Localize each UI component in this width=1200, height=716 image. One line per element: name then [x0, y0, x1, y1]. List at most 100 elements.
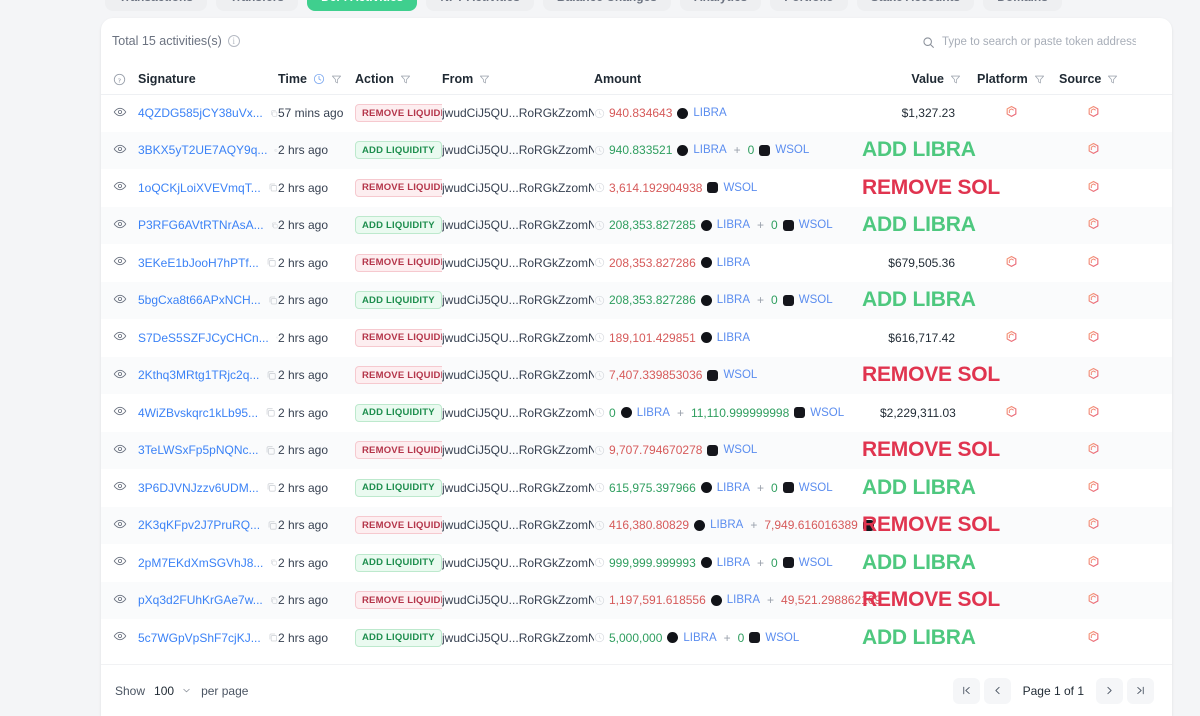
from-address[interactable]: jwudCiJ5QU...RoRGkZzomN: [442, 218, 594, 232]
eye-icon[interactable]: [113, 254, 127, 268]
row-visibility-cell[interactable]: [101, 319, 138, 357]
eye-icon[interactable]: [113, 442, 127, 456]
copy-icon[interactable]: [267, 520, 278, 531]
filter-icon[interactable]: [400, 74, 411, 85]
token-symbol[interactable]: WSOL: [723, 444, 757, 456]
eye-icon[interactable]: [113, 404, 127, 418]
copy-icon[interactable]: [276, 332, 278, 343]
tab-transfers[interactable]: Transfers: [216, 0, 299, 11]
table-row[interactable]: 5c7WGpVpShF7cjKJ... 2 hrs ago ADD LIQUIDIT…: [101, 619, 1172, 657]
from-address[interactable]: jwudCiJ5QU...RoRGkZzomN: [442, 443, 594, 457]
source-icon[interactable]: [1087, 292, 1100, 305]
source-icon[interactable]: [1087, 517, 1100, 530]
search-input[interactable]: [942, 36, 1136, 48]
token-symbol[interactable]: LIBRA: [693, 144, 726, 156]
source-icon[interactable]: [1087, 405, 1100, 418]
table-row[interactable]: P3RFG6AVtRTNrAsA... 2 hrs ago ADD LIQUIDIT…: [101, 206, 1172, 244]
table-row[interactable]: 3P6DJVNJzzv6UDM... 2 hrs ago ADD LIQUIDITY…: [101, 469, 1172, 507]
per-page-select[interactable]: 100: [154, 684, 192, 698]
from-address[interactable]: jwudCiJ5QU...RoRGkZzomN: [442, 256, 594, 270]
signature-link[interactable]: 2K3qKFpv2J7PruRQ...: [138, 518, 260, 532]
info-circle-icon[interactable]: i: [227, 35, 240, 47]
token-symbol[interactable]: LIBRA: [717, 557, 750, 569]
copy-icon[interactable]: [266, 482, 277, 493]
table-row[interactable]: 1oQCKjLoiXVEVmqT... 2 hrs ago REMOVE LIQUI…: [101, 169, 1172, 207]
table-row[interactable]: 5bgCxa8t66APxNCH... 2 hrs ago ADD LIQUIDIT…: [101, 281, 1172, 319]
table-row[interactable]: 2K3qKFpv2J7PruRQ... 2 hrs ago REMOVE LIQUI…: [101, 506, 1172, 544]
row-visibility-cell[interactable]: [101, 132, 138, 170]
eye-icon[interactable]: [113, 292, 127, 306]
from-address[interactable]: jwudCiJ5QU...RoRGkZzomN: [442, 368, 594, 382]
row-visibility-cell[interactable]: [101, 582, 138, 620]
tab-nft-activities[interactable]: NFT Activities: [426, 0, 534, 11]
token-symbol[interactable]: WSOL: [765, 632, 799, 644]
row-visibility-cell[interactable]: [101, 394, 138, 432]
tab-transactions[interactable]: Transactions: [105, 0, 208, 11]
eye-icon[interactable]: [113, 329, 127, 343]
signature-link[interactable]: 5bgCxa8t66APxNCH...: [138, 293, 261, 307]
signature-link[interactable]: 5c7WGpVpShF7cjKJ...: [138, 631, 261, 645]
table-row[interactable]: 2pM7EKdXmSGVhJ8... 2 hrs ago ADD LIQUIDITY…: [101, 544, 1172, 582]
source-icon[interactable]: [1087, 330, 1100, 343]
from-address[interactable]: jwudCiJ5QU...RoRGkZzomN: [442, 106, 594, 120]
search-box[interactable]: [914, 29, 1144, 55]
activity-tab-strip[interactable]: Transactions Transfers DeFi Activities NFT …: [101, 0, 1173, 14]
source-icon[interactable]: [1087, 217, 1100, 230]
copy-icon[interactable]: [266, 370, 277, 381]
signature-link[interactable]: 3EKeE1bJooH7hPTf...: [138, 256, 259, 270]
last-page-button[interactable]: [1127, 677, 1154, 704]
copy-icon[interactable]: [265, 407, 276, 418]
table-row[interactable]: 4QZDG585jCY38uVx... 57 mins ago REMOVE LIQ…: [101, 94, 1172, 132]
col-from[interactable]: From: [442, 65, 594, 95]
eye-icon[interactable]: [113, 592, 127, 606]
token-symbol[interactable]: LIBRA: [693, 107, 726, 119]
prev-page-button[interactable]: [983, 677, 1011, 704]
tab-stake-accounts[interactable]: Stake Accounts: [856, 0, 975, 11]
tab-portfolio[interactable]: Portfolio: [770, 0, 848, 11]
tab-domains[interactable]: Domains: [983, 0, 1062, 11]
source-icon[interactable]: [1087, 555, 1100, 568]
source-icon[interactable]: [1087, 592, 1100, 605]
token-symbol[interactable]: WSOL: [775, 144, 809, 156]
copy-icon[interactable]: [271, 220, 278, 231]
token-symbol[interactable]: WSOL: [799, 482, 833, 494]
signature-link[interactable]: P3RFG6AVtRTNrAsA...: [138, 218, 264, 232]
col-source[interactable]: Source: [1059, 65, 1172, 95]
copy-icon[interactable]: [270, 557, 278, 568]
signature-link[interactable]: 3TeLWSxFp5pNQNc...: [138, 443, 258, 457]
source-icon[interactable]: [1087, 255, 1100, 268]
platform-icon[interactable]: [1005, 105, 1018, 118]
from-address[interactable]: jwudCiJ5QU...RoRGkZzomN: [442, 143, 594, 157]
table-row[interactable]: pXq3d2FUhKrGAe7w... 2 hrs ago REMOVE LIQUI…: [101, 581, 1172, 620]
copy-icon[interactable]: [268, 632, 278, 643]
source-icon[interactable]: [1087, 142, 1100, 155]
col-platform[interactable]: Platform: [977, 65, 1059, 95]
eye-icon[interactable]: [113, 367, 127, 381]
row-visibility-cell[interactable]: [101, 169, 138, 207]
eye-icon[interactable]: [113, 554, 127, 568]
row-visibility-cell[interactable]: [101, 357, 138, 395]
from-address[interactable]: jwudCiJ5QU...RoRGkZzomN: [442, 593, 594, 607]
from-address[interactable]: jwudCiJ5QU...RoRGkZzomN: [442, 406, 594, 420]
signature-link[interactable]: 2Kthq3MRtg1TRjc2q...: [138, 368, 259, 382]
eye-icon[interactable]: [113, 517, 127, 531]
help-circle-icon[interactable]: ?: [113, 73, 126, 86]
signature-link[interactable]: 2pM7EKdXmSGVhJ8...: [138, 556, 263, 570]
eye-icon[interactable]: [113, 105, 127, 119]
token-symbol[interactable]: LIBRA: [710, 519, 743, 531]
filter-icon[interactable]: [1107, 74, 1118, 85]
source-icon[interactable]: [1087, 367, 1100, 380]
row-visibility-cell[interactable]: [101, 619, 138, 657]
token-symbol[interactable]: WSOL: [799, 294, 833, 306]
col-value[interactable]: Value: [880, 65, 977, 95]
copy-icon[interactable]: [270, 595, 278, 606]
copy-icon[interactable]: [268, 182, 278, 193]
table-row[interactable]: 3TeLWSxFp5pNQNc... 2 hrs ago REMOVE LIQUID…: [101, 431, 1172, 469]
copy-icon[interactable]: [265, 445, 276, 456]
eye-icon[interactable]: [113, 217, 127, 231]
from-address[interactable]: jwudCiJ5QU...RoRGkZzomN: [442, 556, 594, 570]
tab-defi-activities[interactable]: DeFi Activities: [307, 0, 418, 11]
filter-icon[interactable]: [950, 74, 961, 85]
row-visibility-cell[interactable]: [101, 244, 138, 282]
from-address[interactable]: jwudCiJ5QU...RoRGkZzomN: [442, 331, 594, 345]
